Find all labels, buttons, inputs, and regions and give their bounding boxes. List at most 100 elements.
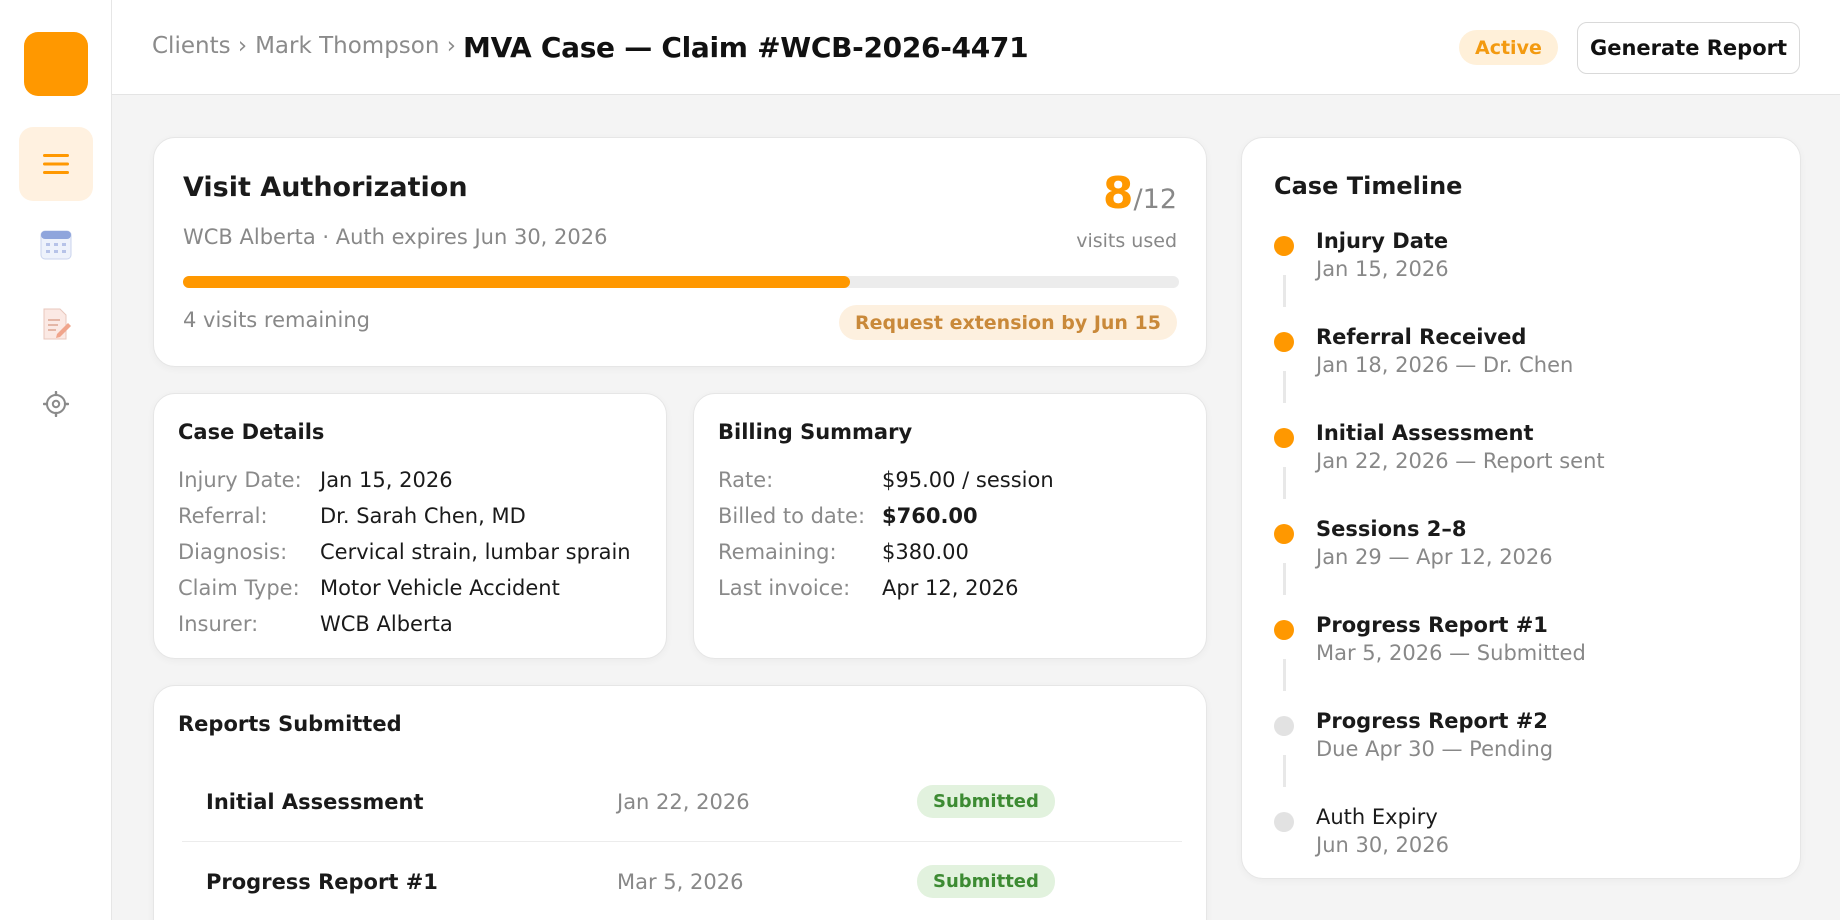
billing-summary-title: Billing Summary bbox=[718, 420, 913, 444]
timeline-dot-complete bbox=[1274, 236, 1294, 256]
case-timeline-card: Case Timeline Injury Date Jan 15, 2026 R… bbox=[1241, 137, 1801, 879]
table-row[interactable]: Initial Assessment Jan 22, 2026 Submitte… bbox=[182, 762, 1182, 842]
detail-row: Diagnosis: Cervical strain, lumbar sprain bbox=[178, 534, 631, 570]
timeline-dot-complete bbox=[1274, 620, 1294, 640]
request-extension-badge[interactable]: Request extension by Jun 15 bbox=[839, 305, 1177, 340]
sidebar-item-menu[interactable] bbox=[19, 127, 93, 201]
sidebar-item-calendar[interactable] bbox=[19, 207, 93, 281]
visits-progress-bar bbox=[183, 276, 1179, 288]
billing-row: Last invoice: Apr 12, 2026 bbox=[718, 570, 1054, 606]
timeline-item: Progress Report #2 Due Apr 30 — Pending bbox=[1274, 709, 1774, 787]
report-date: Jan 22, 2026 bbox=[592, 762, 892, 841]
visits-remaining: 4 visits remaining bbox=[183, 308, 370, 332]
detail-key: Injury Date: bbox=[178, 468, 302, 492]
billing-row: Billed to date: $760.00 bbox=[718, 498, 1054, 534]
detail-row: Claim Type: Motor Vehicle Accident bbox=[178, 570, 631, 606]
timeline-item: Referral Received Jan 18, 2026 — Dr. Che… bbox=[1274, 325, 1774, 403]
detail-row: Referral: Dr. Sarah Chen, MD bbox=[178, 498, 631, 534]
detail-key: Claim Type: bbox=[178, 576, 300, 600]
detail-key: Diagnosis: bbox=[178, 540, 288, 564]
timeline-label: Sessions 2–8 bbox=[1316, 517, 1467, 541]
breadcrumb-clients[interactable]: Clients › bbox=[152, 33, 247, 59]
timeline-item: Injury Date Jan 15, 2026 bbox=[1274, 229, 1774, 307]
timeline-label: Initial Assessment bbox=[1316, 421, 1534, 445]
timeline-connector bbox=[1283, 371, 1286, 403]
generate-report-button[interactable]: Generate Report bbox=[1577, 22, 1800, 74]
detail-key: Referral: bbox=[178, 504, 268, 528]
report-status-cell: Submitted bbox=[892, 842, 1182, 920]
billing-key: Rate: bbox=[718, 468, 774, 492]
timeline-sub: Mar 5, 2026 — Submitted bbox=[1316, 641, 1586, 665]
app-logo[interactable] bbox=[24, 32, 88, 96]
billing-value: Apr 12, 2026 bbox=[882, 576, 1019, 600]
timeline-item: Initial Assessment Jan 22, 2026 — Report… bbox=[1274, 421, 1774, 499]
report-status-cell: Submitted bbox=[892, 762, 1182, 841]
top-header: Clients › Mark Thompson › MVA Case — Cla… bbox=[112, 0, 1840, 95]
billing-list: Rate: $95.00 / session Billed to date: $76… bbox=[718, 462, 1054, 606]
page-title: MVA Case — Claim #WCB-2026-4471 bbox=[463, 31, 1029, 64]
timeline-dot-pending bbox=[1274, 812, 1294, 832]
visits-total-value: /12 bbox=[1133, 184, 1177, 215]
status-badge: Submitted bbox=[917, 865, 1055, 898]
detail-value: Cervical strain, lumbar sprain bbox=[320, 540, 631, 564]
timeline-dot-complete bbox=[1274, 524, 1294, 544]
timeline-label: Referral Received bbox=[1316, 325, 1527, 349]
billing-row: Rate: $95.00 / session bbox=[718, 462, 1054, 498]
case-details-list: Injury Date: Jan 15, 2026 Referral: Dr. Sa… bbox=[178, 462, 631, 642]
visits-count: 8 /12 bbox=[1103, 168, 1177, 219]
detail-row: Injury Date: Jan 15, 2026 bbox=[178, 462, 631, 498]
timeline-dot-pending bbox=[1274, 716, 1294, 736]
timeline-connector bbox=[1283, 275, 1286, 307]
billing-summary-card: Billing Summary Rate: $95.00 / session Bi… bbox=[693, 393, 1207, 659]
detail-row: Insurer: WCB Alberta bbox=[178, 606, 631, 642]
sidebar-item-documents[interactable] bbox=[19, 287, 93, 361]
billing-value: $95.00 / session bbox=[882, 468, 1054, 492]
timeline-sub: Jan 15, 2026 bbox=[1316, 257, 1449, 281]
table-row[interactable]: Progress Report #1 Mar 5, 2026 Submitted bbox=[182, 842, 1182, 920]
visits-progress-fill bbox=[183, 276, 851, 288]
sidebar bbox=[0, 0, 112, 920]
timeline-label: Progress Report #1 bbox=[1316, 613, 1548, 637]
timeline-connector bbox=[1283, 563, 1286, 595]
timeline-sub: Due Apr 30 — Pending bbox=[1316, 737, 1554, 761]
timeline-connector bbox=[1283, 659, 1286, 691]
billing-value: $760.00 bbox=[882, 504, 978, 528]
report-name: Progress Report #1 bbox=[182, 842, 592, 920]
sidebar-item-settings[interactable] bbox=[19, 367, 93, 441]
reports-title: Reports Submitted bbox=[178, 712, 402, 736]
timeline-item: Auth Expiry Jun 30, 2026 bbox=[1274, 805, 1774, 875]
timeline-label: Injury Date bbox=[1316, 229, 1449, 253]
status-badge: Active bbox=[1459, 30, 1558, 65]
auth-subtitle: WCB Alberta · Auth expires Jun 30, 2026 bbox=[183, 225, 608, 249]
timeline-sub: Jan 18, 2026 — Dr. Chen bbox=[1316, 353, 1574, 377]
report-name: Initial Assessment bbox=[182, 762, 592, 841]
detail-value: Jan 15, 2026 bbox=[320, 468, 453, 492]
detail-value: WCB Alberta bbox=[320, 612, 453, 636]
status-badge: Submitted bbox=[917, 785, 1055, 818]
billing-row: Remaining: $380.00 bbox=[718, 534, 1054, 570]
breadcrumb-client[interactable]: Mark Thompson › bbox=[255, 33, 456, 59]
billing-key: Last invoice: bbox=[718, 576, 851, 600]
gear-icon bbox=[43, 391, 69, 417]
timeline-item: Sessions 2–8 Jan 29 — Apr 12, 2026 bbox=[1274, 517, 1774, 595]
case-details-title: Case Details bbox=[178, 420, 325, 444]
document-edit-icon bbox=[43, 308, 71, 340]
menu-icon bbox=[43, 154, 69, 174]
timeline-title: Case Timeline bbox=[1274, 172, 1463, 200]
billing-key: Billed to date: bbox=[718, 504, 866, 528]
timeline-connector bbox=[1283, 467, 1286, 499]
visits-used-label: visits used bbox=[1076, 230, 1177, 252]
auth-title: Visit Authorization bbox=[183, 172, 468, 203]
report-date: Mar 5, 2026 bbox=[592, 842, 892, 920]
timeline-connector bbox=[1283, 755, 1286, 787]
billing-value: $380.00 bbox=[882, 540, 969, 564]
timeline-label: Progress Report #2 bbox=[1316, 709, 1548, 733]
timeline-label: Auth Expiry bbox=[1316, 805, 1438, 829]
detail-key: Insurer: bbox=[178, 612, 259, 636]
timeline-sub: Jan 22, 2026 — Report sent bbox=[1316, 449, 1605, 473]
reports-submitted-card: Reports Submitted Initial Assessment Jan… bbox=[153, 685, 1207, 920]
timeline-sub: Jan 29 — Apr 12, 2026 bbox=[1316, 545, 1553, 569]
visit-authorization-card: Visit Authorization WCB Alberta · Auth e… bbox=[153, 137, 1207, 367]
timeline-item: Progress Report #1 Mar 5, 2026 — Submitt… bbox=[1274, 613, 1774, 691]
detail-value: Motor Vehicle Accident bbox=[320, 576, 560, 600]
